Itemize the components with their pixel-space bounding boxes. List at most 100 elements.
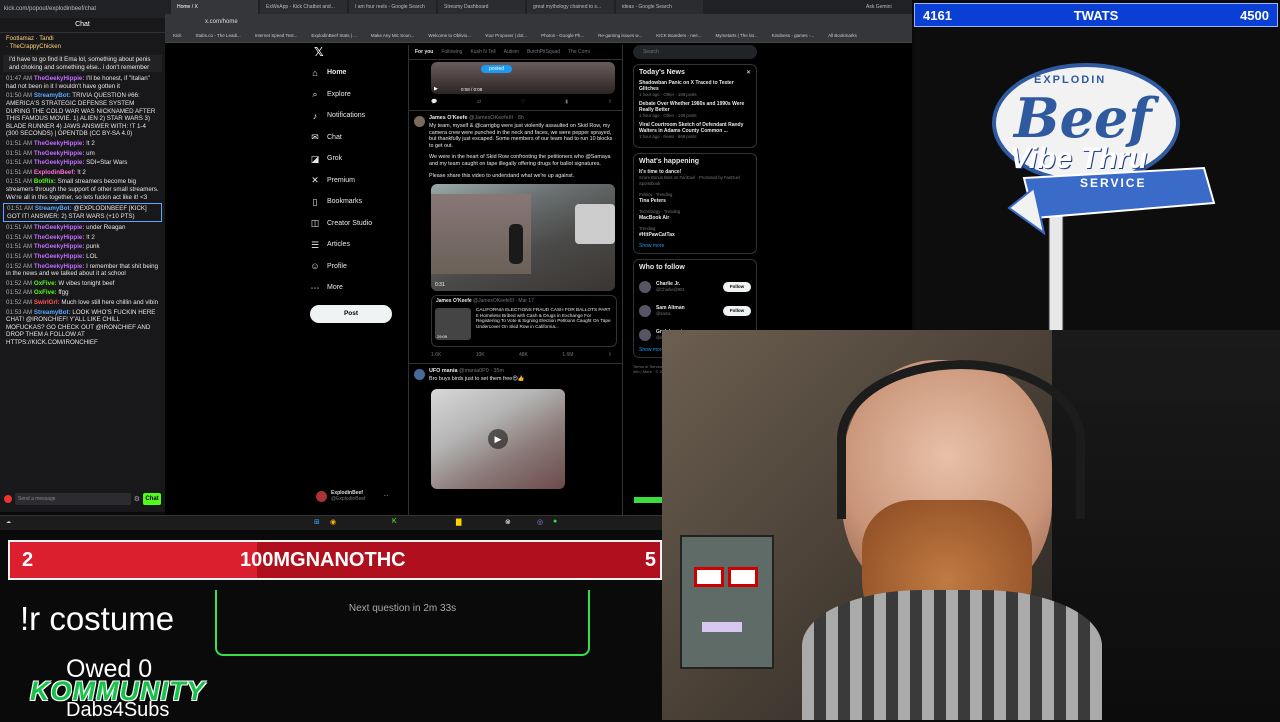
- message-user[interactable]: StreamyBot:: [35, 205, 72, 212]
- follow-suggestion[interactable]: Charlie Jr. @Charlie@901 Follow: [639, 275, 751, 299]
- reply-icon[interactable]: 💬: [431, 97, 437, 107]
- retweet-icon[interactable]: ⇄: [477, 97, 481, 107]
- message-user[interactable]: StreamyBot:: [34, 92, 71, 99]
- bookmark-item[interactable]: Your Proposer | dot...: [485, 30, 527, 42]
- tab-home-x[interactable]: Home / X: [171, 0, 258, 14]
- message-user[interactable]: TheGeekyHippie:: [34, 243, 85, 250]
- feed-tab[interactable]: For you: [415, 45, 433, 59]
- message-user[interactable]: ExplodinBeef:: [34, 169, 76, 176]
- search-input[interactable]: Search: [633, 45, 757, 59]
- message-user[interactable]: StreamyBot:: [34, 309, 71, 316]
- bookmark-item[interactable]: KICK Boarders - nee...: [656, 30, 701, 42]
- send-chat-button[interactable]: Chat: [143, 493, 161, 505]
- message-user[interactable]: TheGeekyHippie:: [34, 224, 85, 231]
- message-user[interactable]: OxFive:: [34, 280, 57, 287]
- nav-grok[interactable]: ◪ Grok: [310, 148, 410, 170]
- account-switcher[interactable]: ExplodinBeef @ExplodinBeef ⋯: [316, 490, 389, 502]
- bookmark-item[interactable]: Make Any Mic Soun...: [371, 30, 415, 42]
- nav-creator-studio[interactable]: ◫ Creator Studio: [310, 213, 410, 235]
- nav-notifications[interactable]: ♪ Notifications: [310, 105, 410, 127]
- bookmark-item[interactable]: Kick: [173, 30, 182, 42]
- news-item[interactable]: Viral Courtroom Sketch of Defendant Rand…: [639, 122, 751, 140]
- tweet-video[interactable]: 0:31: [431, 184, 615, 292]
- message-user[interactable]: TheGeekyHippie:: [34, 253, 85, 260]
- retweet-count[interactable]: 10K: [476, 350, 485, 360]
- bookmark-item[interactable]: Welcome to Oblivio...: [428, 30, 470, 42]
- bookmark-item[interactable]: Photos - Google Ph...: [541, 30, 584, 42]
- message-user[interactable]: TheGeekyHippie:: [34, 75, 85, 82]
- chat-url-bar[interactable]: kick.com/popout/explodinbeef/chat: [0, 0, 165, 18]
- discord-icon[interactable]: ◎: [537, 518, 543, 526]
- nav-profile[interactable]: ☺ Profile: [310, 256, 410, 278]
- emote-icon[interactable]: [4, 495, 12, 503]
- views-icon[interactable]: ▮: [565, 97, 568, 107]
- feed-tab[interactable]: Autism: [504, 45, 519, 59]
- news-item[interactable]: Shadowban Panic on X Traced to Tester Gl…: [639, 80, 751, 98]
- bookmark-item[interactable]: Re-gaming issues w...: [598, 30, 642, 42]
- video-player[interactable]: posted ▶ 0:08 / 0:08: [431, 62, 615, 94]
- ask-gemini-button[interactable]: Ask Gemini: [860, 0, 912, 14]
- feed-tab[interactable]: ButchPitSquad: [527, 45, 560, 59]
- bookmark-item[interactable]: Stabs.co - The Leadi...: [196, 30, 241, 42]
- tweet-author[interactable]: UFO mania: [429, 368, 457, 374]
- play-icon[interactable]: ▶: [488, 428, 508, 449]
- kick-icon[interactable]: K: [392, 518, 397, 525]
- share-icon[interactable]: ⇪: [608, 97, 612, 107]
- view-count[interactable]: 1.6M: [562, 350, 573, 360]
- tab[interactable]: great mythology chained to s...: [527, 0, 614, 14]
- feed-tab[interactable]: Kush N Tell: [470, 45, 495, 59]
- follow-button[interactable]: Follow: [723, 282, 751, 292]
- avatar[interactable]: [414, 116, 425, 127]
- start-icon[interactable]: ⊞: [314, 518, 320, 526]
- avatar[interactable]: [639, 281, 651, 293]
- news-item[interactable]: Debate Over Whether 1980s and 1990s Were…: [639, 101, 751, 119]
- nav-chat[interactable]: ✉ Chat: [310, 127, 410, 149]
- feed-tab[interactable]: Following: [441, 45, 462, 59]
- nav-more[interactable]: ⋯ More: [310, 277, 410, 299]
- close-icon[interactable]: ✕: [746, 69, 751, 76]
- trend-item[interactable]: Technology · Trending MacBook Air: [639, 209, 751, 221]
- feed-tab[interactable]: The Comi: [568, 45, 590, 59]
- nav-home[interactable]: ⌂ Home: [310, 62, 410, 84]
- message-user[interactable]: TheGeekyHippie:: [34, 263, 85, 270]
- message-user[interactable]: SwirlGrl:: [34, 299, 60, 306]
- nav-premium[interactable]: ✕ Premium: [310, 170, 410, 192]
- tab[interactable]: ideas - Google Search: [616, 0, 703, 14]
- tweet-author[interactable]: James O'Keefe: [429, 115, 467, 121]
- reply-count[interactable]: 1.6K: [431, 350, 441, 360]
- message-user[interactable]: TheGeekyHippie:: [34, 140, 85, 147]
- tweet-video[interactable]: ▶: [431, 388, 565, 489]
- bookmark-item[interactable]: Mymetarts | The lat...: [715, 30, 757, 42]
- trend-item[interactable]: Politics · Trending Tina Peters: [639, 192, 751, 204]
- show-more-link[interactable]: Show more: [639, 243, 751, 249]
- tab[interactable]: ExWeApp - Kick Chatbot and...: [260, 0, 347, 14]
- avatar[interactable]: [639, 305, 651, 317]
- chrome-icon[interactable]: ◉: [330, 518, 336, 526]
- x-logo-icon[interactable]: 𝕏: [314, 45, 410, 59]
- message-user[interactable]: OxFive:: [34, 289, 57, 296]
- message-user[interactable]: TheGeekyHippie:: [34, 159, 85, 166]
- more-icon[interactable]: ⋯: [384, 493, 389, 499]
- message-user[interactable]: TheGeekyHippie:: [34, 150, 85, 157]
- message-user[interactable]: TheGeekyHippie:: [34, 234, 85, 241]
- trend-item[interactable]: It's time to dance! Score Bonus Bets on F…: [639, 169, 751, 187]
- share-icon[interactable]: ⇪: [608, 350, 612, 360]
- weather-icon[interactable]: ☁: [6, 519, 11, 525]
- settings-icon[interactable]: ⚙: [134, 495, 140, 503]
- message-user[interactable]: BotRix:: [34, 178, 56, 185]
- tab[interactable]: I am four reels - Google Search: [349, 0, 436, 14]
- trend-item[interactable]: Trending #HitPawCatTax: [639, 226, 751, 238]
- tweet[interactable]: UFO mania @mania0P0 · 35m Bro buys birds…: [409, 364, 622, 489]
- nav-bookmarks[interactable]: ▯ Bookmarks: [310, 191, 410, 213]
- follow-suggestion[interactable]: Sam Altman @sama Follow: [639, 299, 751, 323]
- chat-input[interactable]: Send a message: [15, 493, 131, 505]
- post-button[interactable]: Post: [310, 304, 392, 323]
- avatar[interactable]: [639, 329, 651, 341]
- nav-articles[interactable]: ☰ Articles: [310, 234, 410, 256]
- bookmark-item[interactable]: Internet Speed Test...: [255, 30, 298, 42]
- bookmark-item[interactable]: Kindness - games -...: [772, 30, 815, 42]
- spotify-icon[interactable]: ●: [553, 518, 557, 525]
- bookmark-item[interactable]: All Bookmarks: [828, 30, 857, 42]
- xbox-icon[interactable]: ⊗: [505, 518, 511, 526]
- play-icon[interactable]: ▶: [434, 86, 438, 92]
